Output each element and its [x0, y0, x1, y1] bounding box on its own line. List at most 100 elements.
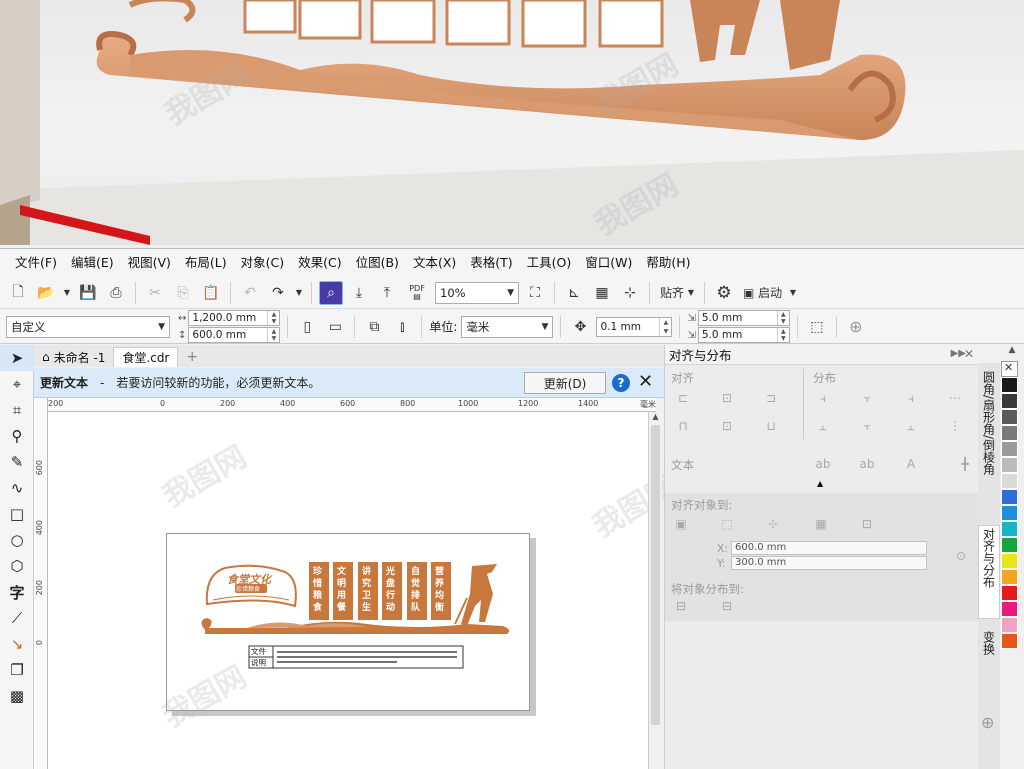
- paste-icon[interactable]: 📋: [199, 281, 223, 305]
- active-object-icon[interactable]: ▣: [671, 515, 691, 533]
- ellipse-tool-icon[interactable]: ○: [0, 527, 34, 553]
- distribute-right-icon[interactable]: ⫞: [901, 389, 921, 407]
- search-content-icon[interactable]: ⌕: [319, 280, 343, 305]
- nudge-distance-input[interactable]: 0.1 mm ▲ ▼: [596, 316, 673, 337]
- color-swatch[interactable]: [1001, 425, 1018, 441]
- guidelines-icon[interactable]: ⊹: [618, 281, 642, 305]
- palette-scroll-up-icon[interactable]: ▲: [1000, 345, 1024, 361]
- page-border-icon[interactable]: ⬚: [805, 315, 829, 339]
- pick-tool-icon[interactable]: ➤: [0, 345, 34, 371]
- color-swatch[interactable]: [1001, 537, 1018, 553]
- menu-edit[interactable]: 编辑(E): [64, 249, 121, 277]
- tab-transform[interactable]: 变换: [978, 629, 1000, 677]
- full-screen-icon[interactable]: ⛶: [523, 281, 547, 305]
- text-last-line-icon[interactable]: ab: [857, 455, 877, 473]
- crop-tool-icon[interactable]: ⌗: [0, 397, 34, 423]
- page-height-input[interactable]: 600.0 mm ▲ ▼: [188, 327, 281, 343]
- distribute-center-icon[interactable]: ⫟: [857, 389, 877, 407]
- page-center-icon[interactable]: ⊹: [763, 515, 783, 533]
- menu-view[interactable]: 视图(V): [121, 249, 178, 277]
- drop-shadow-icon[interactable]: ❐: [0, 657, 34, 683]
- distribute-bottom-icon[interactable]: ⫠: [901, 417, 921, 435]
- save-icon[interactable]: 💾: [76, 281, 100, 305]
- spinner-arrows-icon[interactable]: ▲ ▼: [659, 317, 671, 336]
- new-document-icon[interactable]: 🗋: [6, 281, 30, 305]
- artistic-media-icon[interactable]: ∿: [0, 475, 34, 501]
- color-swatch[interactable]: [1001, 489, 1018, 505]
- options-gear-icon[interactable]: ⚙: [712, 281, 736, 305]
- connector-tool-icon[interactable]: ↘: [0, 631, 34, 657]
- dup-y-input[interactable]: 5.0 mm ▲ ▼: [697, 327, 790, 343]
- tab-home[interactable]: ⌂ 未命名 -1: [34, 347, 113, 367]
- menu-text[interactable]: 文本(X): [406, 249, 463, 277]
- text-bounding-box-icon[interactable]: A: [901, 455, 921, 473]
- parallel-dimension-icon[interactable]: ⟋: [0, 605, 34, 631]
- color-swatch[interactable]: [1001, 457, 1018, 473]
- color-swatch[interactable]: [1001, 601, 1018, 617]
- add-plus-icon[interactable]: ⊕: [844, 315, 868, 339]
- new-tab-button[interactable]: +: [178, 347, 206, 367]
- color-swatch[interactable]: [1001, 505, 1018, 521]
- color-swatch[interactable]: [1001, 633, 1018, 649]
- copy-icon[interactable]: ⎘: [171, 281, 195, 305]
- redo-icon[interactable]: ↷: [266, 281, 290, 305]
- close-icon[interactable]: ✕: [638, 371, 653, 392]
- align-center-h-icon[interactable]: ⊡: [717, 389, 737, 407]
- page-edge-icon[interactable]: ⬚: [717, 515, 737, 533]
- rulers-icon[interactable]: ⊾: [562, 281, 586, 305]
- transparency-icon[interactable]: ▩: [0, 683, 34, 709]
- distribute-top-icon[interactable]: ⫠: [813, 417, 833, 435]
- zoom-level-combo[interactable]: 10% ▼: [435, 281, 519, 304]
- scroll-thumb[interactable]: [651, 425, 660, 725]
- color-swatch[interactable]: [1001, 473, 1018, 489]
- dup-x-input[interactable]: 5.0 mm ▲ ▼: [697, 310, 790, 326]
- color-swatch[interactable]: [1001, 409, 1018, 425]
- snap-to-button[interactable]: 贴齐 ▼: [657, 281, 697, 305]
- color-swatch[interactable]: [1001, 393, 1018, 409]
- menu-tools[interactable]: 工具(O): [520, 249, 579, 277]
- cut-icon[interactable]: ✂: [143, 281, 167, 305]
- help-icon[interactable]: ?: [612, 374, 630, 392]
- specified-point-icon[interactable]: ⊡: [857, 515, 877, 533]
- print-icon[interactable]: ⎙: [104, 281, 128, 305]
- vertical-ruler[interactable]: 600 400 200 0: [34, 398, 48, 769]
- tab-active-document[interactable]: 食堂.cdr: [113, 347, 179, 367]
- export-icon[interactable]: ⤒: [375, 281, 399, 305]
- spinner-arrows-icon[interactable]: ▲ ▼: [267, 311, 279, 325]
- menu-effects[interactable]: 效果(C): [291, 249, 348, 277]
- color-swatch[interactable]: [1001, 377, 1018, 393]
- tab-fillet-scallop-chamfer[interactable]: 圆角/扇形角/倒棱角: [978, 369, 1000, 515]
- drawing-canvas[interactable]: 食堂文化 珍惜粮食 珍惜粮食 文明用餐 讲究卫生 光盘行动 自觉排队 营养均衡 …: [48, 412, 682, 769]
- rectangle-tool-icon[interactable]: □: [0, 501, 34, 527]
- page-width-input[interactable]: 1,200.0 mm ▲ ▼: [188, 310, 281, 326]
- current-page-icon[interactable]: ⫾: [390, 315, 414, 339]
- align-center-v-icon[interactable]: ⊡: [717, 417, 737, 435]
- spinner-arrows-icon[interactable]: ▲ ▼: [776, 311, 789, 325]
- distribute-spacing-h-icon[interactable]: ⋯: [945, 389, 965, 407]
- portrait-icon[interactable]: ▯: [295, 315, 319, 339]
- x-coordinate-input[interactable]: 600.0 mm: [731, 541, 927, 555]
- grid-icon[interactable]: ▦: [811, 515, 831, 533]
- page-preset-combo[interactable]: 自定义 ▼: [6, 315, 170, 338]
- menu-layout[interactable]: 布局(L): [178, 249, 234, 277]
- document-page[interactable]: 食堂文化 珍惜粮食 珍惜粮食 文明用餐 讲究卫生 光盘行动 自觉排队 营养均衡 …: [166, 533, 530, 711]
- tab-align-distribute[interactable]: 对齐与分布: [978, 525, 1000, 619]
- close-icon[interactable]: ✕: [964, 347, 974, 361]
- target-point-icon[interactable]: ⊙: [951, 547, 971, 565]
- text-first-line-icon[interactable]: ab: [813, 455, 833, 473]
- color-swatch[interactable]: [1001, 441, 1018, 457]
- add-docker-icon[interactable]: ⊕: [981, 713, 994, 732]
- y-coordinate-input[interactable]: 300.0 mm: [731, 556, 927, 570]
- menu-bitmaps[interactable]: 位图(B): [349, 249, 406, 277]
- chevron-down-icon[interactable]: ▼: [294, 281, 304, 305]
- undo-icon[interactable]: ↶: [238, 281, 262, 305]
- spinner-arrows-icon[interactable]: ▲ ▼: [776, 328, 789, 342]
- publish-pdf-button[interactable]: PDF ▤: [403, 281, 431, 305]
- distribute-middle-icon[interactable]: ⫟: [857, 417, 877, 435]
- polygon-tool-icon[interactable]: ⬡: [0, 553, 34, 579]
- color-swatch[interactable]: [1001, 521, 1018, 537]
- text-baseline-icon[interactable]: ╋: [955, 455, 975, 473]
- no-color-swatch[interactable]: ✕: [1001, 361, 1018, 377]
- unit-combo[interactable]: 毫米 ▼: [461, 315, 554, 338]
- color-swatch[interactable]: [1001, 553, 1018, 569]
